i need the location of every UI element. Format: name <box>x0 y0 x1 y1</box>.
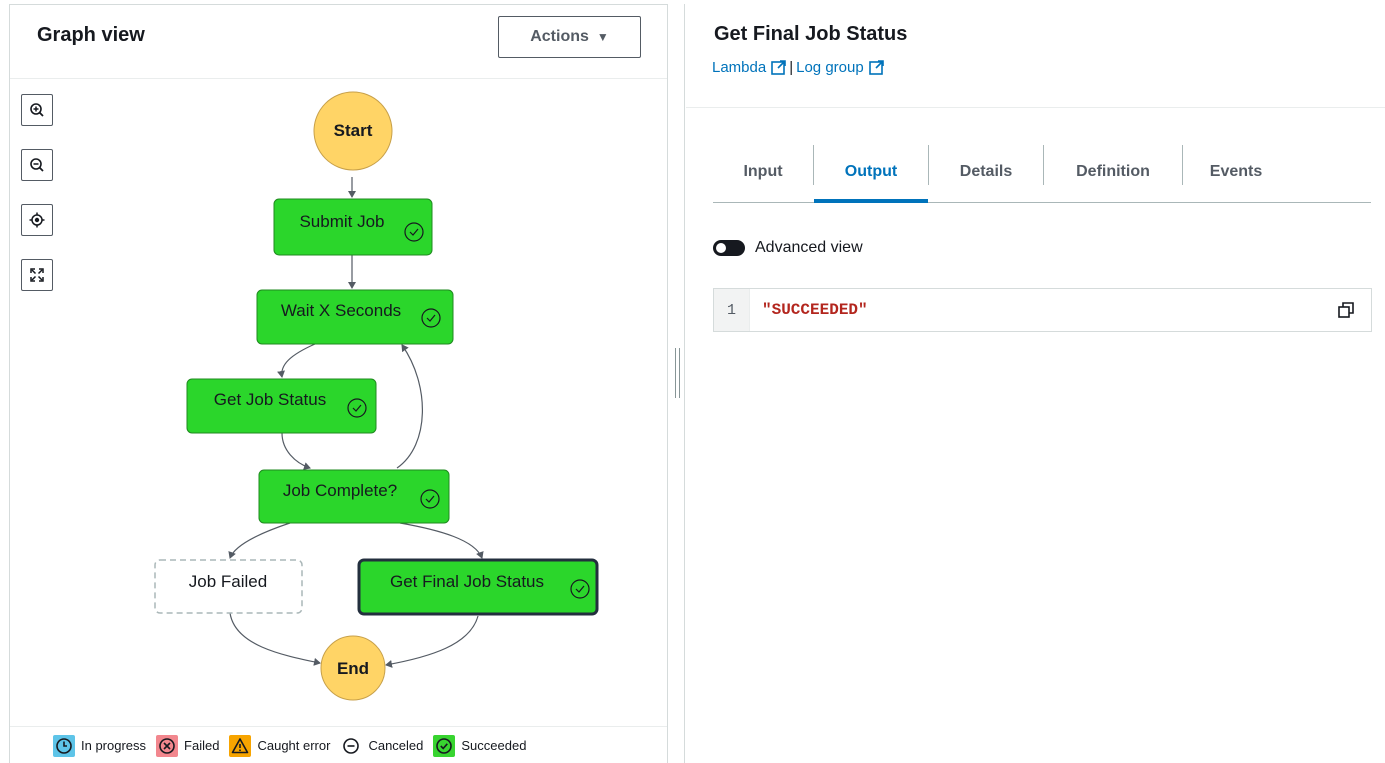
node-submit-job[interactable]: Submit Job <box>273 198 433 256</box>
legend-in-progress-label: In progress <box>81 738 147 753</box>
tab-output[interactable]: Output <box>814 142 928 203</box>
graph-panel: Graph view Actions ▼ Start Submit Job Wa… <box>9 4 668 763</box>
node-get-job-status[interactable]: Get Job Status <box>186 378 377 434</box>
copy-icon <box>1338 302 1354 318</box>
legend-failed-label: Failed <box>184 738 220 753</box>
edge-wait-getstatus <box>277 343 316 378</box>
edge-complete-final <box>399 522 484 559</box>
node-end-label: End <box>337 659 369 678</box>
legend-canceled-label: Canceled <box>368 738 424 753</box>
output-code-viewer: 1 "SUCCEEDED" <box>713 288 1372 332</box>
node-job-failed-label: Job Failed <box>189 572 267 591</box>
resource-links: Lambda | Log group <box>712 59 884 76</box>
legend-succeeded-label: Succeeded <box>461 738 527 753</box>
x-circle-icon <box>156 734 179 757</box>
copy-button[interactable] <box>1337 301 1355 324</box>
node-get-final-job-status[interactable]: Get Final Job Status <box>357 558 599 616</box>
tab-input[interactable]: Input <box>713 142 813 202</box>
edge-complete-wait <box>396 344 423 469</box>
edge-getstatus-complete <box>281 432 311 470</box>
node-submit-job-label: Submit Job <box>299 212 384 231</box>
link-separator: | <box>789 59 794 76</box>
detail-tabs: Input Output Details Definition Events <box>713 142 1371 203</box>
node-end[interactable]: End <box>320 635 386 701</box>
log-group-link[interactable]: Log group <box>796 59 884 76</box>
warning-icon <box>229 734 252 757</box>
legend-caught-error: Caught error <box>229 734 331 757</box>
legend-caught-error-label: Caught error <box>257 738 331 753</box>
advanced-view-label: Advanced view <box>755 239 863 256</box>
minus-circle-icon <box>340 734 363 757</box>
node-get-final-job-status-label: Get Final Job Status <box>390 572 544 591</box>
node-job-failed[interactable]: Job Failed <box>154 559 303 614</box>
tab-events[interactable]: Events <box>1183 142 1289 202</box>
advanced-view-toggle[interactable] <box>713 240 745 256</box>
node-start-label: Start <box>334 121 373 140</box>
resize-handle[interactable] <box>675 348 680 398</box>
detail-panel-header <box>686 4 1385 108</box>
tab-details[interactable]: Details <box>929 142 1043 202</box>
edge-complete-failed <box>228 522 291 559</box>
edge-final-end <box>385 615 479 668</box>
edge-failed-end <box>229 612 321 666</box>
check-circle-icon <box>433 734 456 757</box>
node-wait-label: Wait X Seconds <box>281 301 401 320</box>
detail-panel-title: Get Final Job Status <box>714 23 908 45</box>
tab-definition[interactable]: Definition <box>1044 142 1182 202</box>
line-number: 1 <box>714 289 750 331</box>
state-machine-graph: Start Submit Job Wait X Seconds Get Job … <box>154 91 599 701</box>
external-link-icon <box>771 60 787 75</box>
node-job-complete[interactable]: Job Complete? <box>258 469 450 524</box>
status-legend: In progress Failed Caught error Canceled… <box>10 726 667 763</box>
lambda-link-label: Lambda <box>712 59 767 76</box>
advanced-view-row: Advanced view <box>713 239 863 257</box>
node-start[interactable]: Start <box>313 91 393 171</box>
legend-succeeded: Succeeded <box>433 734 527 757</box>
log-group-link-label: Log group <box>796 59 864 76</box>
legend-failed: Failed <box>156 734 220 757</box>
node-job-complete-label: Job Complete? <box>283 481 397 500</box>
output-value: "SUCCEEDED" <box>762 301 868 319</box>
node-wait-x-seconds[interactable]: Wait X Seconds <box>256 289 454 345</box>
clock-icon <box>53 734 75 757</box>
legend-in-progress: In progress <box>53 734 147 757</box>
legend-canceled: Canceled <box>340 734 424 757</box>
external-link-icon <box>868 60 884 75</box>
lambda-link[interactable]: Lambda <box>712 59 787 76</box>
node-get-job-status-label: Get Job Status <box>214 390 326 409</box>
